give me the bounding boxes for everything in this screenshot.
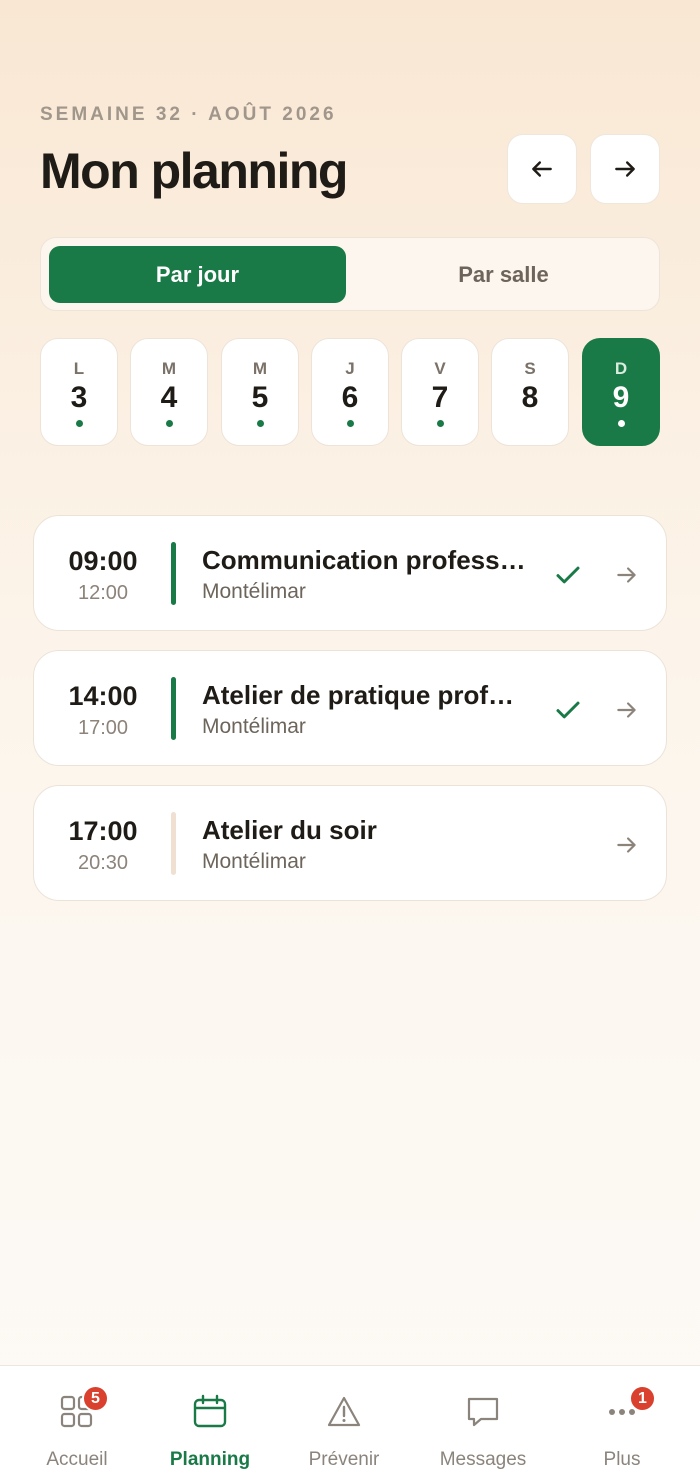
session-end-time: 17:00 bbox=[77, 717, 129, 739]
page-title: Mon planning bbox=[40, 143, 348, 199]
session-end-time: 20:30 bbox=[77, 852, 129, 874]
session-location: Montélimar bbox=[202, 715, 306, 738]
day-letter: M bbox=[252, 359, 268, 378]
day-chip-monday[interactable]: L 3 bbox=[40, 338, 118, 446]
session-card[interactable]: 09:00 12:00 Communication professionnell… bbox=[33, 515, 667, 631]
check-icon bbox=[556, 566, 580, 584]
tab-prevenir[interactable]: Prévenir bbox=[274, 1366, 414, 1481]
day-chip-friday[interactable]: V 7 bbox=[401, 338, 479, 446]
session-status-bar bbox=[171, 542, 176, 605]
session-indicator-dot bbox=[165, 420, 173, 427]
session-start-time: 17:00 bbox=[68, 816, 138, 846]
session-indicator-dot bbox=[617, 420, 625, 427]
session-end-time: 12:00 bbox=[77, 582, 129, 604]
notification-badge: 5 bbox=[82, 1385, 109, 1412]
message-icon bbox=[467, 1397, 499, 1427]
tab-accueil[interactable]: 5 Accueil bbox=[7, 1366, 147, 1481]
tab-label: Accueil bbox=[46, 1449, 108, 1470]
next-week-button[interactable] bbox=[590, 134, 660, 204]
session-start-time: 09:00 bbox=[68, 546, 138, 576]
day-number: 6 bbox=[341, 381, 359, 414]
view-toggle: Par jour Par salle bbox=[40, 237, 660, 311]
bottom-tab-bar: 5 Accueil Planning Prévenir Messages 1 P… bbox=[0, 1365, 700, 1481]
day-chip-thursday[interactable]: J 6 bbox=[311, 338, 389, 446]
session-card[interactable]: 17:00 20:30 Atelier du soir Montélimar bbox=[33, 785, 667, 901]
day-letter: J bbox=[345, 359, 355, 378]
warning-triangle-icon bbox=[327, 1396, 361, 1427]
session-indicator-dot bbox=[256, 420, 264, 427]
tab-label: Plus bbox=[603, 1449, 641, 1470]
previous-week-button[interactable] bbox=[507, 134, 577, 204]
day-number: 7 bbox=[431, 381, 449, 414]
session-indicator-dot bbox=[75, 420, 83, 427]
tab-label: Planning bbox=[169, 1449, 251, 1470]
view-by-day-tab[interactable]: Par jour bbox=[49, 246, 346, 303]
day-letter: D bbox=[614, 359, 628, 378]
day-chip-wednesday[interactable]: M 5 bbox=[221, 338, 299, 446]
arrow-right-icon bbox=[617, 702, 636, 718]
day-number: 5 bbox=[251, 381, 269, 414]
tab-label: Prévenir bbox=[308, 1449, 380, 1470]
tab-messages[interactable]: Messages bbox=[413, 1366, 553, 1481]
day-number: 9 bbox=[612, 381, 630, 414]
session-start-time: 14:00 bbox=[68, 681, 138, 711]
day-letter: L bbox=[73, 359, 85, 378]
session-status-bar bbox=[171, 812, 176, 875]
day-number: 3 bbox=[70, 381, 88, 414]
day-selector: L 3 M 4 M 5 J 6 V 7 S 8 D 9 bbox=[40, 338, 662, 448]
day-letter: S bbox=[524, 359, 536, 378]
day-number: 8 bbox=[521, 381, 539, 414]
tab-planning[interactable]: Planning bbox=[140, 1366, 280, 1481]
page-header: SEMAINE 32 · AOÛT 2026 Mon planning bbox=[40, 104, 660, 214]
tab-plus[interactable]: 1 Plus bbox=[552, 1366, 692, 1481]
session-title: Atelier de pratique professionnelle bbox=[202, 680, 526, 710]
week-label: SEMAINE 32 · AOÛT 2026 bbox=[40, 104, 337, 125]
day-chip-saturday[interactable]: S 8 bbox=[491, 338, 569, 446]
notification-badge: 1 bbox=[629, 1385, 656, 1412]
view-by-room-tab[interactable]: Par salle bbox=[355, 246, 652, 303]
calendar-icon bbox=[193, 1394, 227, 1428]
day-letter: M bbox=[161, 359, 177, 378]
check-icon bbox=[556, 701, 580, 719]
session-indicator-dot bbox=[346, 420, 354, 427]
session-title: Communication professionnelle bbox=[202, 545, 526, 575]
day-letter: V bbox=[434, 359, 446, 378]
day-number: 4 bbox=[160, 381, 178, 414]
arrow-left-icon bbox=[532, 161, 552, 177]
arrow-right-icon bbox=[615, 161, 635, 177]
session-title: Atelier du soir bbox=[202, 815, 377, 845]
session-indicator-dot bbox=[436, 420, 444, 427]
session-location: Montélimar bbox=[202, 580, 306, 603]
session-location: Montélimar bbox=[202, 850, 306, 873]
tab-label: Messages bbox=[439, 1449, 527, 1470]
arrow-right-icon bbox=[617, 567, 636, 583]
arrow-right-icon bbox=[617, 837, 636, 853]
session-card[interactable]: 14:00 17:00 Atelier de pratique professi… bbox=[33, 650, 667, 766]
day-chip-tuesday[interactable]: M 4 bbox=[130, 338, 208, 446]
day-chip-sunday[interactable]: D 9 bbox=[582, 338, 660, 446]
session-status-bar bbox=[171, 677, 176, 740]
